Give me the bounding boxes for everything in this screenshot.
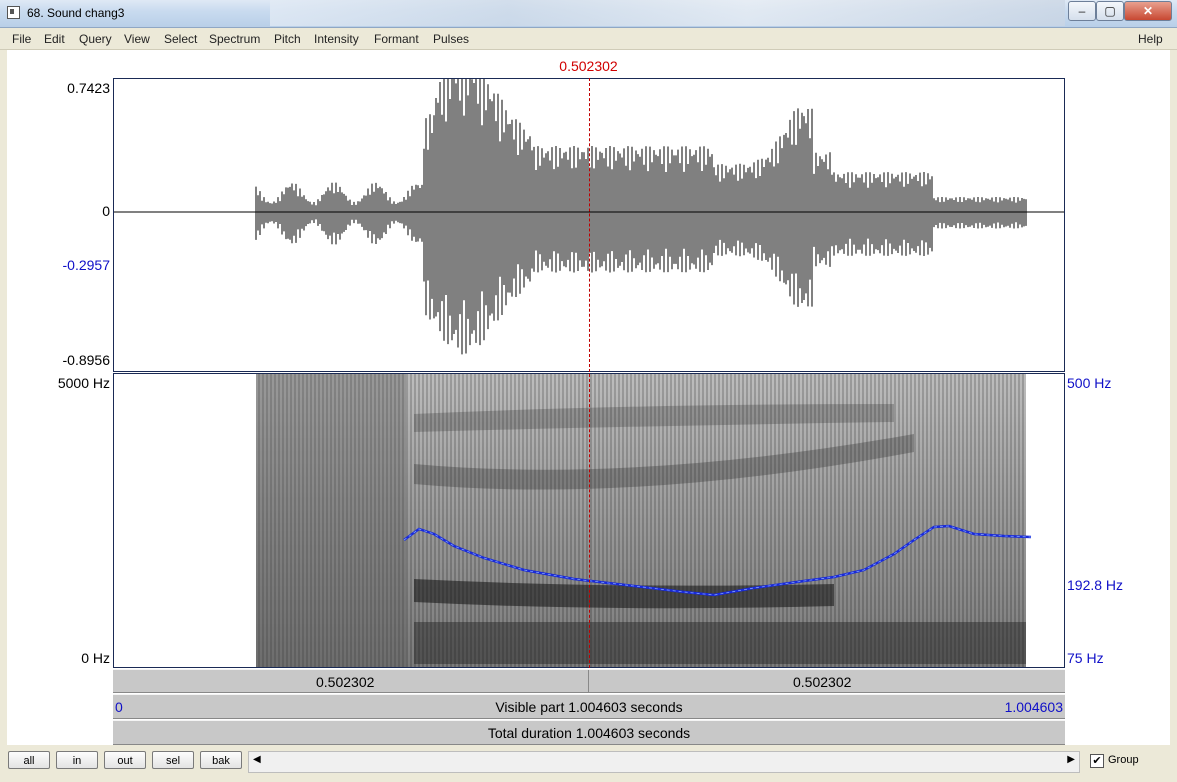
pitch-bottom-label: 75 Hz: [1067, 650, 1104, 666]
total-duration-strip[interactable]: Total duration 1.004603 seconds: [113, 720, 1065, 745]
group-label: Group: [1108, 754, 1139, 766]
waveform-cursor-amplitude-label: -0.2957: [62, 257, 110, 273]
minimize-button[interactable]: ‒: [1068, 1, 1096, 21]
close-button[interactable]: ✕: [1124, 1, 1172, 21]
waveform-max-label: 0.7423: [67, 80, 110, 96]
scroll-right-icon[interactable]: ▶: [1067, 754, 1075, 765]
title-bar[interactable]: 68. Sound chang3 ‒ ▢ ✕: [0, 0, 1177, 28]
group-checkbox[interactable]: ✔: [1090, 754, 1104, 768]
total-duration[interactable]: Total duration 1.004603 seconds: [113, 725, 1065, 741]
scroll-left-icon[interactable]: ◀: [253, 754, 261, 765]
app-icon: [7, 6, 20, 19]
window-title: 68. Sound chang3: [27, 6, 125, 20]
bottom-bar: all in out sel bak ◀ ▶ ✔ Group: [0, 746, 1177, 782]
cursor-time-strip[interactable]: 0.502302 0.502302: [113, 669, 1065, 693]
zoom-in-button[interactable]: in: [56, 751, 98, 769]
menu-formant[interactable]: Formant: [374, 32, 419, 46]
horizontal-scrollbar[interactable]: ◀ ▶: [248, 751, 1080, 773]
menu-intensity[interactable]: Intensity: [314, 32, 359, 46]
menu-bar: File Edit Query View Select Spectrum Pit…: [0, 28, 1177, 50]
menu-view[interactable]: View: [124, 32, 150, 46]
spectrogram-bottom-freq-label: 0 Hz: [81, 650, 110, 666]
menu-edit[interactable]: Edit: [44, 32, 65, 46]
background-window-blur: [270, 0, 1065, 26]
menu-select[interactable]: Select: [164, 32, 197, 46]
zoom-all-button[interactable]: all: [8, 751, 50, 769]
zoom-out-button[interactable]: out: [104, 751, 146, 769]
zoom-selection-button[interactable]: sel: [152, 751, 194, 769]
waveform-min-label: -0.8956: [62, 352, 110, 368]
left-part-duration[interactable]: 0.502302: [316, 674, 374, 690]
strip-divider: [588, 670, 589, 692]
menu-file[interactable]: File: [12, 32, 31, 46]
visible-part-strip[interactable]: 0 Visible part 1.004603 seconds 1.004603: [113, 694, 1065, 719]
pitch-cursor-label: 192.8 Hz: [1067, 577, 1124, 593]
cursor-time-label: 0.502302: [559, 58, 618, 74]
zoom-back-button[interactable]: bak: [200, 751, 242, 769]
visible-part-duration[interactable]: Visible part 1.004603 seconds: [113, 699, 1065, 715]
pitch-top-label: 500 Hz: [1067, 375, 1112, 391]
cursor-line[interactable]: [589, 78, 590, 668]
right-part-duration[interactable]: 0.502302: [793, 674, 851, 690]
menu-query[interactable]: Query: [79, 32, 112, 46]
menu-spectrum[interactable]: Spectrum: [209, 32, 260, 46]
menu-pulses[interactable]: Pulses: [433, 32, 469, 46]
visible-end-time: 1.004603: [1004, 699, 1063, 715]
spectrogram-top-freq-label: 5000 Hz: [57, 375, 110, 391]
waveform-zero-label: 0: [102, 203, 110, 219]
maximize-button[interactable]: ▢: [1096, 1, 1124, 21]
menu-help[interactable]: Help: [1138, 32, 1163, 46]
menu-pitch[interactable]: Pitch: [274, 32, 301, 46]
